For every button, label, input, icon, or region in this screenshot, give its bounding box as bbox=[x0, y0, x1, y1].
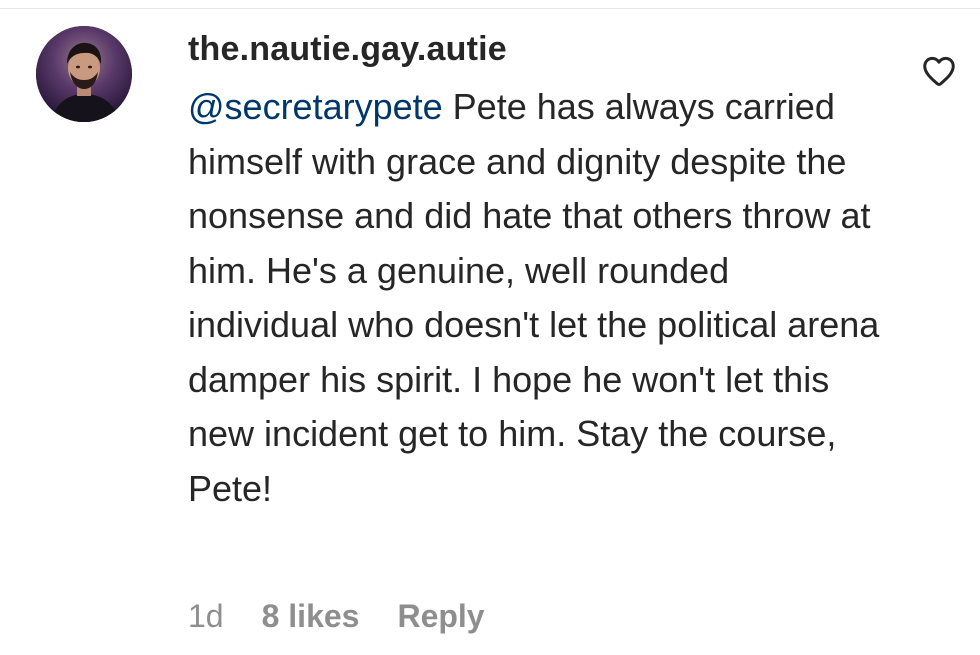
avatar-photo bbox=[36, 26, 132, 122]
mention-link[interactable]: @secretarypete bbox=[188, 86, 443, 127]
comment-timestamp[interactable]: 1d bbox=[188, 598, 224, 635]
comment-body: Pete has always carried himself with gra… bbox=[188, 86, 880, 509]
like-button[interactable] bbox=[920, 52, 958, 90]
comment: the.nautie.gay.autie @secretarypete Pete… bbox=[0, 0, 980, 655]
comment-meta: 1d 8 likes Reply bbox=[188, 598, 485, 635]
likes-count-button[interactable]: 8 likes bbox=[262, 598, 360, 635]
avatar[interactable] bbox=[36, 26, 132, 122]
reply-button[interactable]: Reply bbox=[397, 598, 484, 635]
comment-text: @secretarypete Pete has always carried h… bbox=[188, 80, 888, 516]
heart-icon bbox=[923, 56, 955, 86]
comment-username[interactable]: the.nautie.gay.autie bbox=[188, 30, 507, 69]
